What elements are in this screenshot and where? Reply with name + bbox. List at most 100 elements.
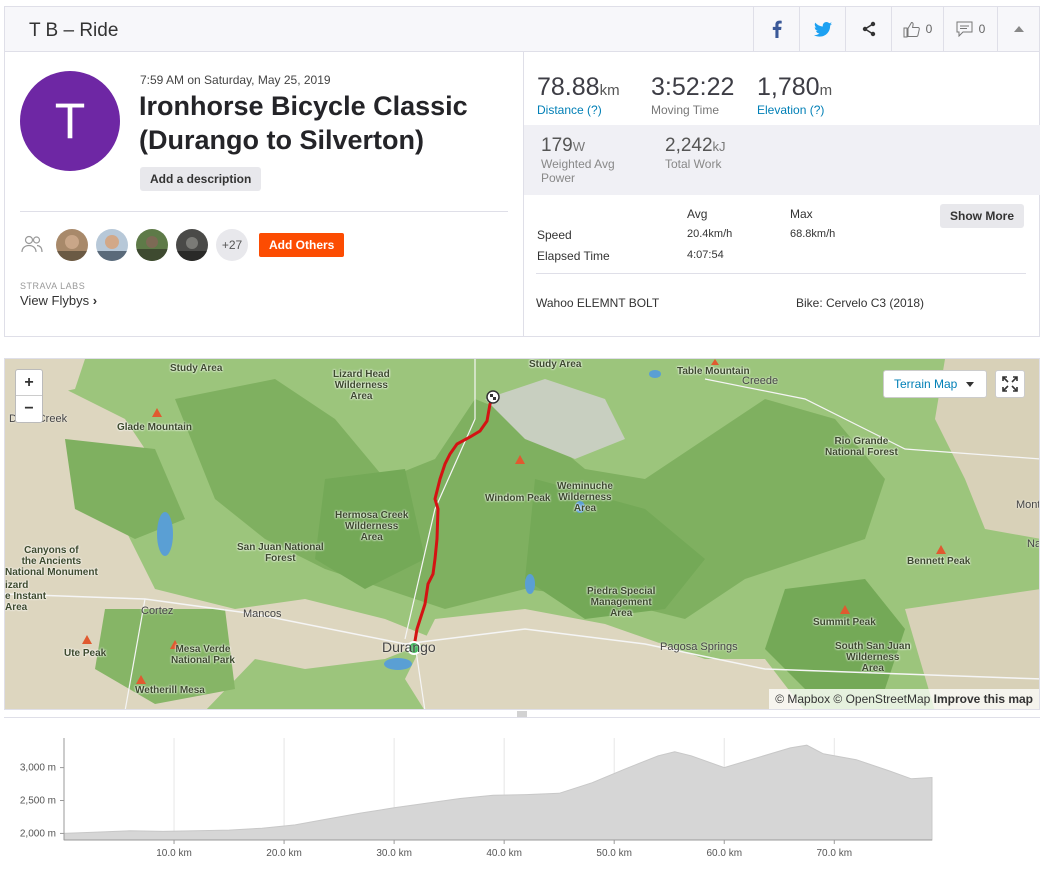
athlete-avatar[interactable]: T: [20, 71, 120, 171]
more-athletes-badge[interactable]: +27: [216, 229, 248, 261]
map-style-label: Terrain Map: [894, 377, 958, 391]
share-button[interactable]: [845, 7, 891, 51]
drag-handle-icon: [517, 711, 527, 717]
elapsed-time-label: Elapsed Time: [537, 249, 610, 263]
speed-avg: 20.4km/h: [687, 228, 733, 240]
power-unit: W: [572, 139, 585, 154]
max-column-header: Max: [790, 207, 813, 221]
facebook-icon: [772, 20, 782, 38]
work-label: Total Work: [665, 157, 722, 171]
thumbs-up-icon: [903, 21, 920, 37]
show-more-button[interactable]: Show More: [940, 204, 1025, 228]
caret-down-icon: [966, 382, 974, 387]
x-tick-label: 30.0 km: [376, 848, 412, 859]
map-label: Durango: [382, 639, 436, 655]
x-tick-label: 20.0 km: [266, 848, 302, 859]
speed-max: 68.8km/h: [790, 228, 836, 240]
share-icon: [862, 21, 875, 37]
map-label: Pagosa Springs: [660, 641, 738, 653]
zoom-control: + −: [15, 369, 43, 423]
kudos-count: 0: [925, 22, 933, 36]
elevation-stat: 1,780m Elevation (?): [757, 73, 832, 117]
facebook-share-button[interactable]: [753, 7, 799, 51]
x-tick-label: 10.0 km: [156, 848, 192, 859]
map-label: izard: [5, 580, 29, 591]
twitter-share-button[interactable]: [799, 7, 845, 51]
map-style-select[interactable]: Terrain Map: [883, 370, 987, 398]
map-label: Mont: [1016, 499, 1040, 511]
zoom-in-button[interactable]: +: [16, 370, 42, 396]
comments-button[interactable]: 0: [943, 7, 997, 51]
work-unit: kJ: [712, 139, 726, 154]
map-label: Mancos: [243, 608, 282, 620]
y-tick-label: 3,000 m: [20, 763, 56, 774]
improve-map-link[interactable]: Improve this map: [934, 692, 1033, 706]
map-label: Rio Grande National Forest: [825, 436, 898, 458]
power-label-2: Power: [541, 171, 576, 185]
collapse-button[interactable]: [997, 7, 1039, 51]
power-label-1: Weighted Avg: [541, 157, 615, 171]
distance-label[interactable]: Distance (?): [537, 103, 620, 117]
map-label: Study Area: [170, 363, 223, 374]
caret-up-icon: [1013, 26, 1024, 32]
moving-time-stat: 3:52:22 Moving Time: [651, 73, 734, 117]
map-label: Cortez: [141, 605, 174, 617]
map-label: Weminuche Wilderness Area: [557, 481, 613, 514]
avatar-letter: T: [54, 93, 86, 149]
divider: [536, 273, 1026, 274]
athlete-avatar-2[interactable]: [96, 229, 128, 261]
elevation-chart[interactable]: 3,000 m 2,500 m 2,000 m 10.0 km 20.0 km 30.0 …: [4, 718, 1040, 872]
attribution-text[interactable]: © Mapbox © OpenStreetMap: [775, 692, 930, 706]
total-work-stat: 2,242kJ Total Work: [665, 135, 726, 171]
x-tick-label: 70.0 km: [816, 848, 852, 859]
expand-icon: [1002, 376, 1018, 392]
route-map[interactable]: Study Area Lizard Head Wilderness Area S…: [4, 358, 1040, 710]
distance-stat: 78.88km Distance (?): [537, 73, 620, 117]
chevron-right-icon: ›: [92, 293, 98, 308]
map-label: Creede: [742, 375, 779, 387]
view-flybys-label: View Flybys: [20, 293, 90, 308]
view-flybys-link[interactable]: View Flybys ›: [20, 293, 97, 308]
zoom-out-button[interactable]: −: [16, 396, 42, 422]
resize-handle[interactable]: [4, 710, 1040, 718]
map-label: Ute Peak: [64, 648, 107, 659]
kudos-button[interactable]: 0: [891, 7, 943, 51]
add-others-button[interactable]: Add Others: [259, 233, 345, 257]
distance-value: 78.88: [537, 73, 600, 101]
map-label: San Juan National Forest: [237, 542, 324, 564]
elevation-value: 1,780: [757, 73, 820, 101]
athlete-avatar-1[interactable]: [56, 229, 88, 261]
twitter-icon: [813, 21, 832, 37]
comment-icon: [956, 21, 973, 37]
work-value: 2,242: [665, 135, 713, 156]
athlete-avatar-3[interactable]: [136, 229, 168, 261]
x-tick-label: 40.0 km: [486, 848, 522, 859]
map-label: Piedra Special Management Area: [587, 586, 656, 619]
strava-labs-label: STRAVA LABS: [20, 281, 86, 291]
y-tick-label: 2,000 m: [20, 828, 56, 839]
elevation-label[interactable]: Elevation (?): [757, 103, 832, 117]
map-label: Lizard Head Wilderness Area: [333, 369, 390, 402]
x-tick-label: 60.0 km: [706, 848, 742, 859]
athlete-avatar-4[interactable]: [176, 229, 208, 261]
map-label: Bennett Peak: [907, 556, 971, 567]
x-tick-label: 50.0 km: [596, 848, 632, 859]
power-value: 179: [541, 135, 573, 156]
map-label: Table Mountain: [677, 366, 750, 377]
map-label: South San Juan Wilderness Area: [835, 641, 911, 674]
elevation-area: [63, 744, 933, 841]
activity-header: T B – Ride 0 0: [4, 6, 1040, 52]
page-title: T B – Ride: [29, 20, 119, 41]
moving-time-value: 3:52:22: [651, 73, 735, 101]
activity-date: 7:59 AM on Saturday, May 25, 2019: [140, 73, 331, 87]
fullscreen-button[interactable]: [995, 370, 1025, 398]
map-label: Summit Peak: [813, 617, 876, 628]
map-label: Study Area: [529, 359, 582, 370]
map-label: Mesa Verde National Park: [171, 644, 235, 666]
distance-unit: km: [599, 82, 620, 99]
divider: [20, 211, 508, 212]
add-description-button[interactable]: Add a description: [140, 167, 262, 191]
elevation-unit: m: [819, 82, 833, 99]
map-attribution: © Mapbox © OpenStreetMap Improve this ma…: [769, 689, 1039, 709]
activity-title: Ironhorse Bicycle Classic (Durango to Si…: [139, 91, 468, 155]
